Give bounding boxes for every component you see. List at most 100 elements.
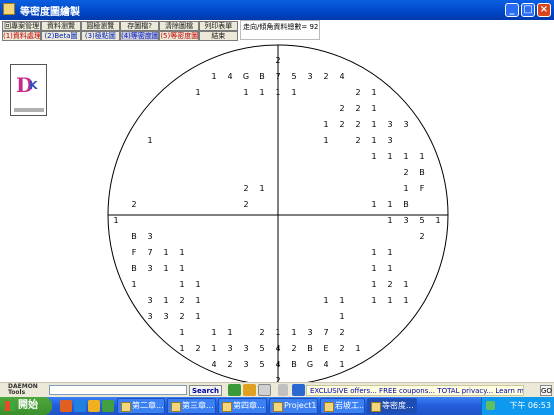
density-value: 3 bbox=[243, 360, 248, 369]
density-value: 1 bbox=[371, 152, 376, 161]
density-value: 3 bbox=[307, 72, 312, 81]
windows-flag-icon bbox=[5, 401, 15, 411]
toolbar-dropdown-icon[interactable] bbox=[278, 384, 288, 396]
density-value: 1 bbox=[371, 264, 376, 273]
density-value: 5 bbox=[291, 72, 296, 81]
density-value: 1 bbox=[275, 88, 280, 97]
density-value: 2 bbox=[355, 120, 360, 129]
density-value: 1 bbox=[403, 152, 408, 161]
density-value: 1 bbox=[195, 296, 200, 305]
density-value: 2 bbox=[339, 120, 344, 129]
density-value: 1 bbox=[387, 200, 392, 209]
document-icon bbox=[273, 402, 283, 412]
taskbar-item[interactable]: Project1 ... bbox=[269, 398, 318, 414]
density-value: 3 bbox=[387, 136, 392, 145]
density-value: 2 bbox=[403, 168, 408, 177]
ad-banner[interactable]: EXCLUSIVE offers... FREE coupons... TOTA… bbox=[306, 385, 524, 396]
density-value: 1 bbox=[259, 184, 264, 193]
density-value: 2 bbox=[243, 184, 248, 193]
document-icon bbox=[371, 402, 381, 412]
quicklaunch-icon-1[interactable] bbox=[60, 400, 72, 412]
start-button[interactable]: 開始 bbox=[0, 397, 52, 415]
density-value: 1 bbox=[387, 248, 392, 257]
density-value: 2 bbox=[387, 280, 392, 289]
search-input[interactable] bbox=[49, 385, 187, 395]
density-value: F bbox=[132, 248, 137, 257]
density-value: 1 bbox=[163, 296, 168, 305]
density-value: 4 bbox=[211, 360, 216, 369]
clock: 下午 06:53 bbox=[509, 401, 551, 410]
density-value: 2 bbox=[179, 296, 184, 305]
density-value: 1 bbox=[163, 264, 168, 273]
search-button[interactable]: Search bbox=[189, 385, 222, 396]
density-value: 2 bbox=[291, 344, 296, 353]
density-value: 1 bbox=[195, 88, 200, 97]
toolbar-green-icon[interactable] bbox=[228, 384, 241, 396]
density-value: 1 bbox=[371, 136, 376, 145]
taskbar-item[interactable]: 第二章... bbox=[117, 398, 165, 414]
density-value: 1 bbox=[355, 344, 360, 353]
density-value: 2 bbox=[275, 56, 280, 65]
density-value: 2 bbox=[179, 312, 184, 321]
density-value: 1 bbox=[339, 296, 344, 305]
density-value: 1 bbox=[195, 280, 200, 289]
density-value: 1 bbox=[371, 200, 376, 209]
taskbar-item[interactable]: 岩坡工... bbox=[320, 398, 365, 414]
density-value: F bbox=[420, 184, 425, 193]
quicklaunch-icon-3[interactable] bbox=[88, 400, 100, 412]
density-value: 1 bbox=[371, 248, 376, 257]
density-value: G bbox=[243, 72, 249, 81]
taskbar-item-active[interactable]: 等密度... bbox=[367, 398, 417, 414]
density-value: 1 bbox=[387, 264, 392, 273]
start-label: 開始 bbox=[18, 400, 38, 411]
density-value: 3 bbox=[387, 120, 392, 129]
density-value: 2 bbox=[355, 104, 360, 113]
density-value: 1 bbox=[323, 136, 328, 145]
density-value: 1 bbox=[275, 328, 280, 337]
system-tray: 下午 06:53 bbox=[481, 397, 554, 415]
density-value: 2 bbox=[227, 360, 232, 369]
density-value: 1 bbox=[291, 328, 296, 337]
density-value: G bbox=[307, 360, 313, 369]
density-value: 2 bbox=[419, 232, 424, 241]
density-value: 2 bbox=[339, 344, 344, 353]
tray-icon[interactable] bbox=[486, 401, 495, 410]
density-value: 4 bbox=[275, 344, 280, 353]
density-value: 4 bbox=[323, 360, 328, 369]
document-icon bbox=[222, 402, 232, 412]
density-value: 5 bbox=[259, 344, 264, 353]
density-value: 1 bbox=[371, 296, 376, 305]
toolbar-gray-icon[interactable] bbox=[258, 384, 271, 396]
density-value: 3 bbox=[163, 312, 168, 321]
density-value: 1 bbox=[163, 248, 168, 257]
density-plot: 2 1 4 G B 7 5 3 2 4 1 1 1 1 1 2 1 2 2 1 1 2 2 1 3 3 1 1 2 1 3 1 1 1 1 2 B 2 1 1… bbox=[107, 44, 449, 386]
density-value: 1 bbox=[179, 280, 184, 289]
density-value: 3 bbox=[403, 120, 408, 129]
document-icon bbox=[121, 402, 131, 412]
taskbar-item[interactable]: 第四章... bbox=[218, 398, 267, 414]
toolbar-blue-icon[interactable] bbox=[292, 384, 305, 396]
quicklaunch-icon-2[interactable] bbox=[74, 400, 86, 412]
density-value: 3 bbox=[243, 344, 248, 353]
density-value: 1 bbox=[179, 344, 184, 353]
density-value: 2 bbox=[195, 344, 200, 353]
taskbar-item[interactable]: 第三章... bbox=[167, 398, 216, 414]
density-value: 1 bbox=[291, 88, 296, 97]
quicklaunch-icon-4[interactable] bbox=[102, 400, 114, 412]
density-value: 1 bbox=[113, 216, 118, 225]
density-value: B bbox=[291, 360, 297, 369]
density-value: 1 bbox=[179, 248, 184, 257]
toolbar-yellow-icon[interactable] bbox=[243, 384, 256, 396]
density-value: 1 bbox=[339, 360, 344, 369]
density-value: 2 bbox=[243, 200, 248, 209]
density-value: 7 bbox=[275, 72, 280, 81]
density-value: 3 bbox=[147, 312, 152, 321]
density-value: 3 bbox=[403, 216, 408, 225]
go-button[interactable]: GO bbox=[540, 385, 552, 396]
density-value: 1 bbox=[259, 88, 264, 97]
density-value: B bbox=[131, 264, 137, 273]
density-value: 2 bbox=[339, 104, 344, 113]
browser-toolbar: DAEMON Tools Search EXCLUSIVE offers... … bbox=[0, 382, 554, 397]
density-value: 1 bbox=[387, 152, 392, 161]
density-value: 3 bbox=[227, 344, 232, 353]
